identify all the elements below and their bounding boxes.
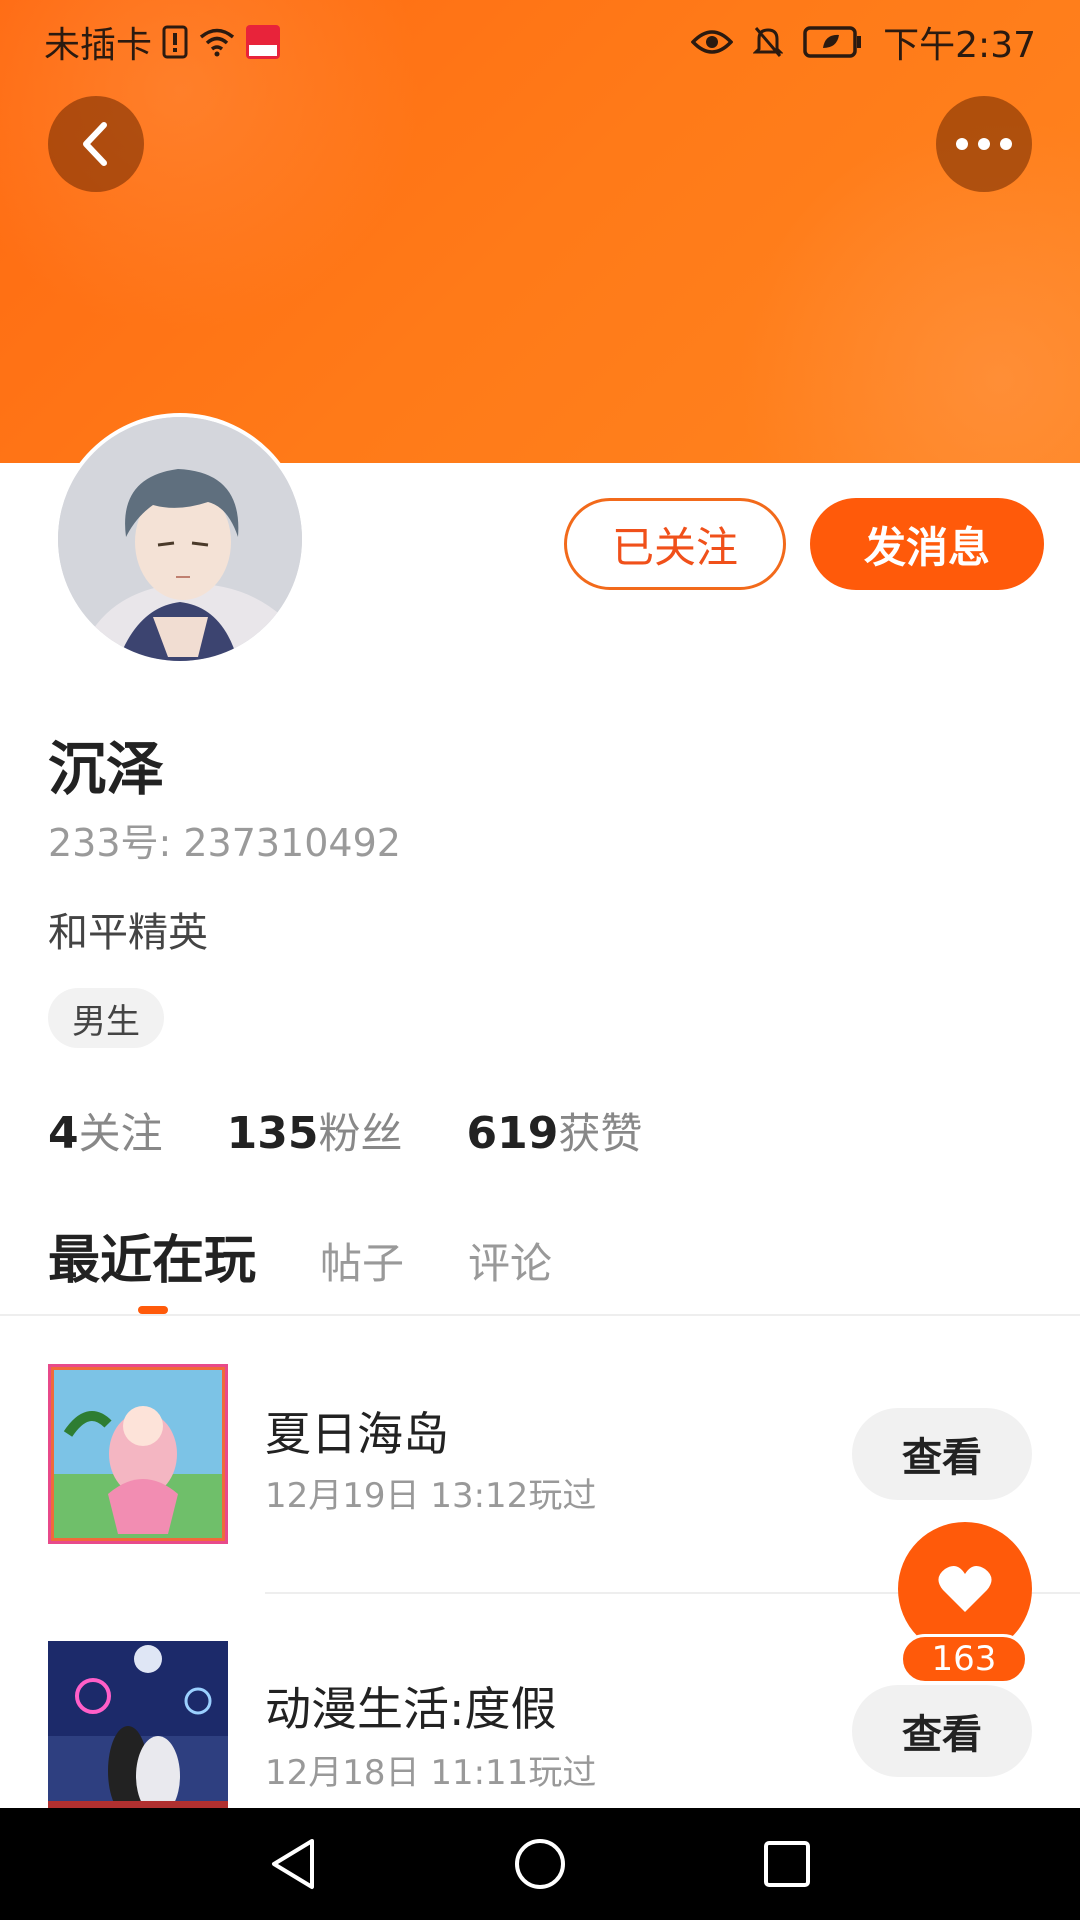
heart-icon	[938, 1565, 992, 1612]
game-last-played: 12月18日 11:11玩过	[265, 1753, 597, 1793]
tab-comments[interactable]: 评论	[468, 1230, 552, 1291]
eye-icon	[691, 28, 734, 56]
status-bar: 未插卡 下午2:37	[0, 0, 1080, 76]
nav-recents-icon[interactable]	[762, 1839, 812, 1889]
clock-text: 下午2:37	[883, 25, 1036, 66]
sim-alert-icon	[162, 25, 188, 59]
profile-id: 233号: 237310492	[48, 812, 401, 867]
followed-button[interactable]: 已关注	[564, 498, 786, 590]
more-dots-icon	[956, 138, 1012, 150]
view-button[interactable]: 查看	[852, 1685, 1032, 1777]
game-title: 动漫生活:度假	[265, 1682, 557, 1736]
avatar[interactable]	[54, 413, 306, 665]
mute-bell-icon	[753, 25, 784, 59]
profile-id-value: 237310492	[183, 821, 401, 865]
profile-id-label: 233号:	[48, 821, 172, 865]
nav-back-icon[interactable]	[268, 1837, 318, 1891]
back-button[interactable]	[48, 96, 144, 192]
list-item[interactable]: 夏日海岛 12月19日 13:12玩过 查看	[0, 1364, 1080, 1544]
game-last-played: 12月19日 13:12玩过	[265, 1476, 597, 1516]
profile-name: 沉泽	[48, 735, 165, 803]
system-nav-bar	[0, 1808, 1080, 1920]
avatar-image	[58, 417, 302, 661]
battery-icon	[803, 26, 863, 58]
stat-following[interactable]: 4关注	[48, 1100, 163, 1161]
game-title: 夏日海岛	[265, 1407, 449, 1461]
tab-posts[interactable]: 帖子	[320, 1230, 404, 1291]
send-message-button[interactable]: 发消息	[810, 498, 1044, 590]
like-count-badge: 163	[900, 1634, 1028, 1684]
game-thumbnail	[48, 1364, 228, 1544]
gender-tag: 男生	[48, 988, 164, 1048]
nav-home-icon[interactable]	[513, 1837, 567, 1891]
game-thumbnail	[48, 1641, 228, 1808]
carrier-text: 未插卡	[44, 25, 153, 66]
tab-active-indicator	[138, 1306, 168, 1314]
back-arrow-icon	[83, 122, 107, 166]
more-button[interactable]	[936, 96, 1032, 192]
profile-bio: 和平精英	[48, 910, 208, 956]
wifi-icon	[198, 27, 236, 57]
like-float-button[interactable]: 163	[898, 1522, 1032, 1686]
app-notification-icon	[246, 25, 281, 59]
profile-stats: 4关注 135粉丝 619获赞	[48, 1100, 642, 1161]
tabs-divider	[0, 1314, 1080, 1316]
tab-recent-play[interactable]: 最近在玩	[48, 1218, 256, 1293]
stat-likes[interactable]: 619获赞	[467, 1100, 643, 1161]
view-button[interactable]: 查看	[852, 1408, 1032, 1500]
profile-tabs: 最近在玩 帖子 评论	[48, 1218, 552, 1293]
stat-fans[interactable]: 135粉丝	[227, 1100, 403, 1161]
